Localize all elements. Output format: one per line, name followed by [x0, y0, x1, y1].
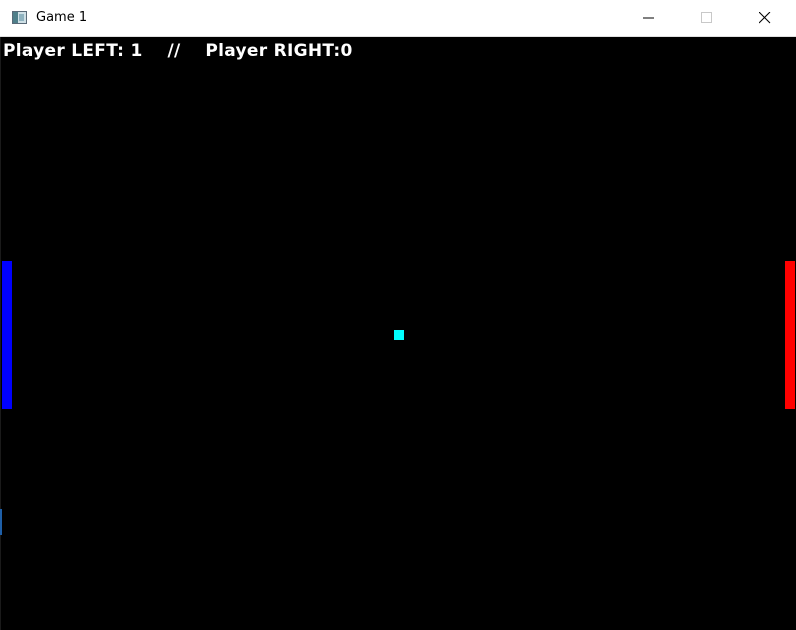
game-window: Game 1 Player LEFT: 1 // Player RIGHT:0	[0, 0, 796, 630]
left-paddle	[2, 261, 12, 409]
window-edge-accent	[0, 509, 2, 535]
ball	[394, 330, 404, 340]
window-title: Game 1	[36, 10, 88, 25]
maximize-button[interactable]	[684, 0, 730, 36]
close-icon	[759, 12, 771, 24]
title-bar[interactable]: Game 1	[0, 0, 796, 37]
game-canvas[interactable]: Player LEFT: 1 // Player RIGHT:0	[0, 37, 796, 630]
minimize-button[interactable]	[626, 0, 672, 36]
scoreboard: Player LEFT: 1 // Player RIGHT:0	[3, 41, 353, 61]
window-edge	[0, 37, 1, 630]
close-button[interactable]	[742, 0, 788, 36]
maximize-icon	[701, 12, 712, 23]
app-window-icon	[12, 11, 27, 24]
minimize-icon	[643, 17, 654, 19]
right-paddle	[785, 261, 795, 409]
